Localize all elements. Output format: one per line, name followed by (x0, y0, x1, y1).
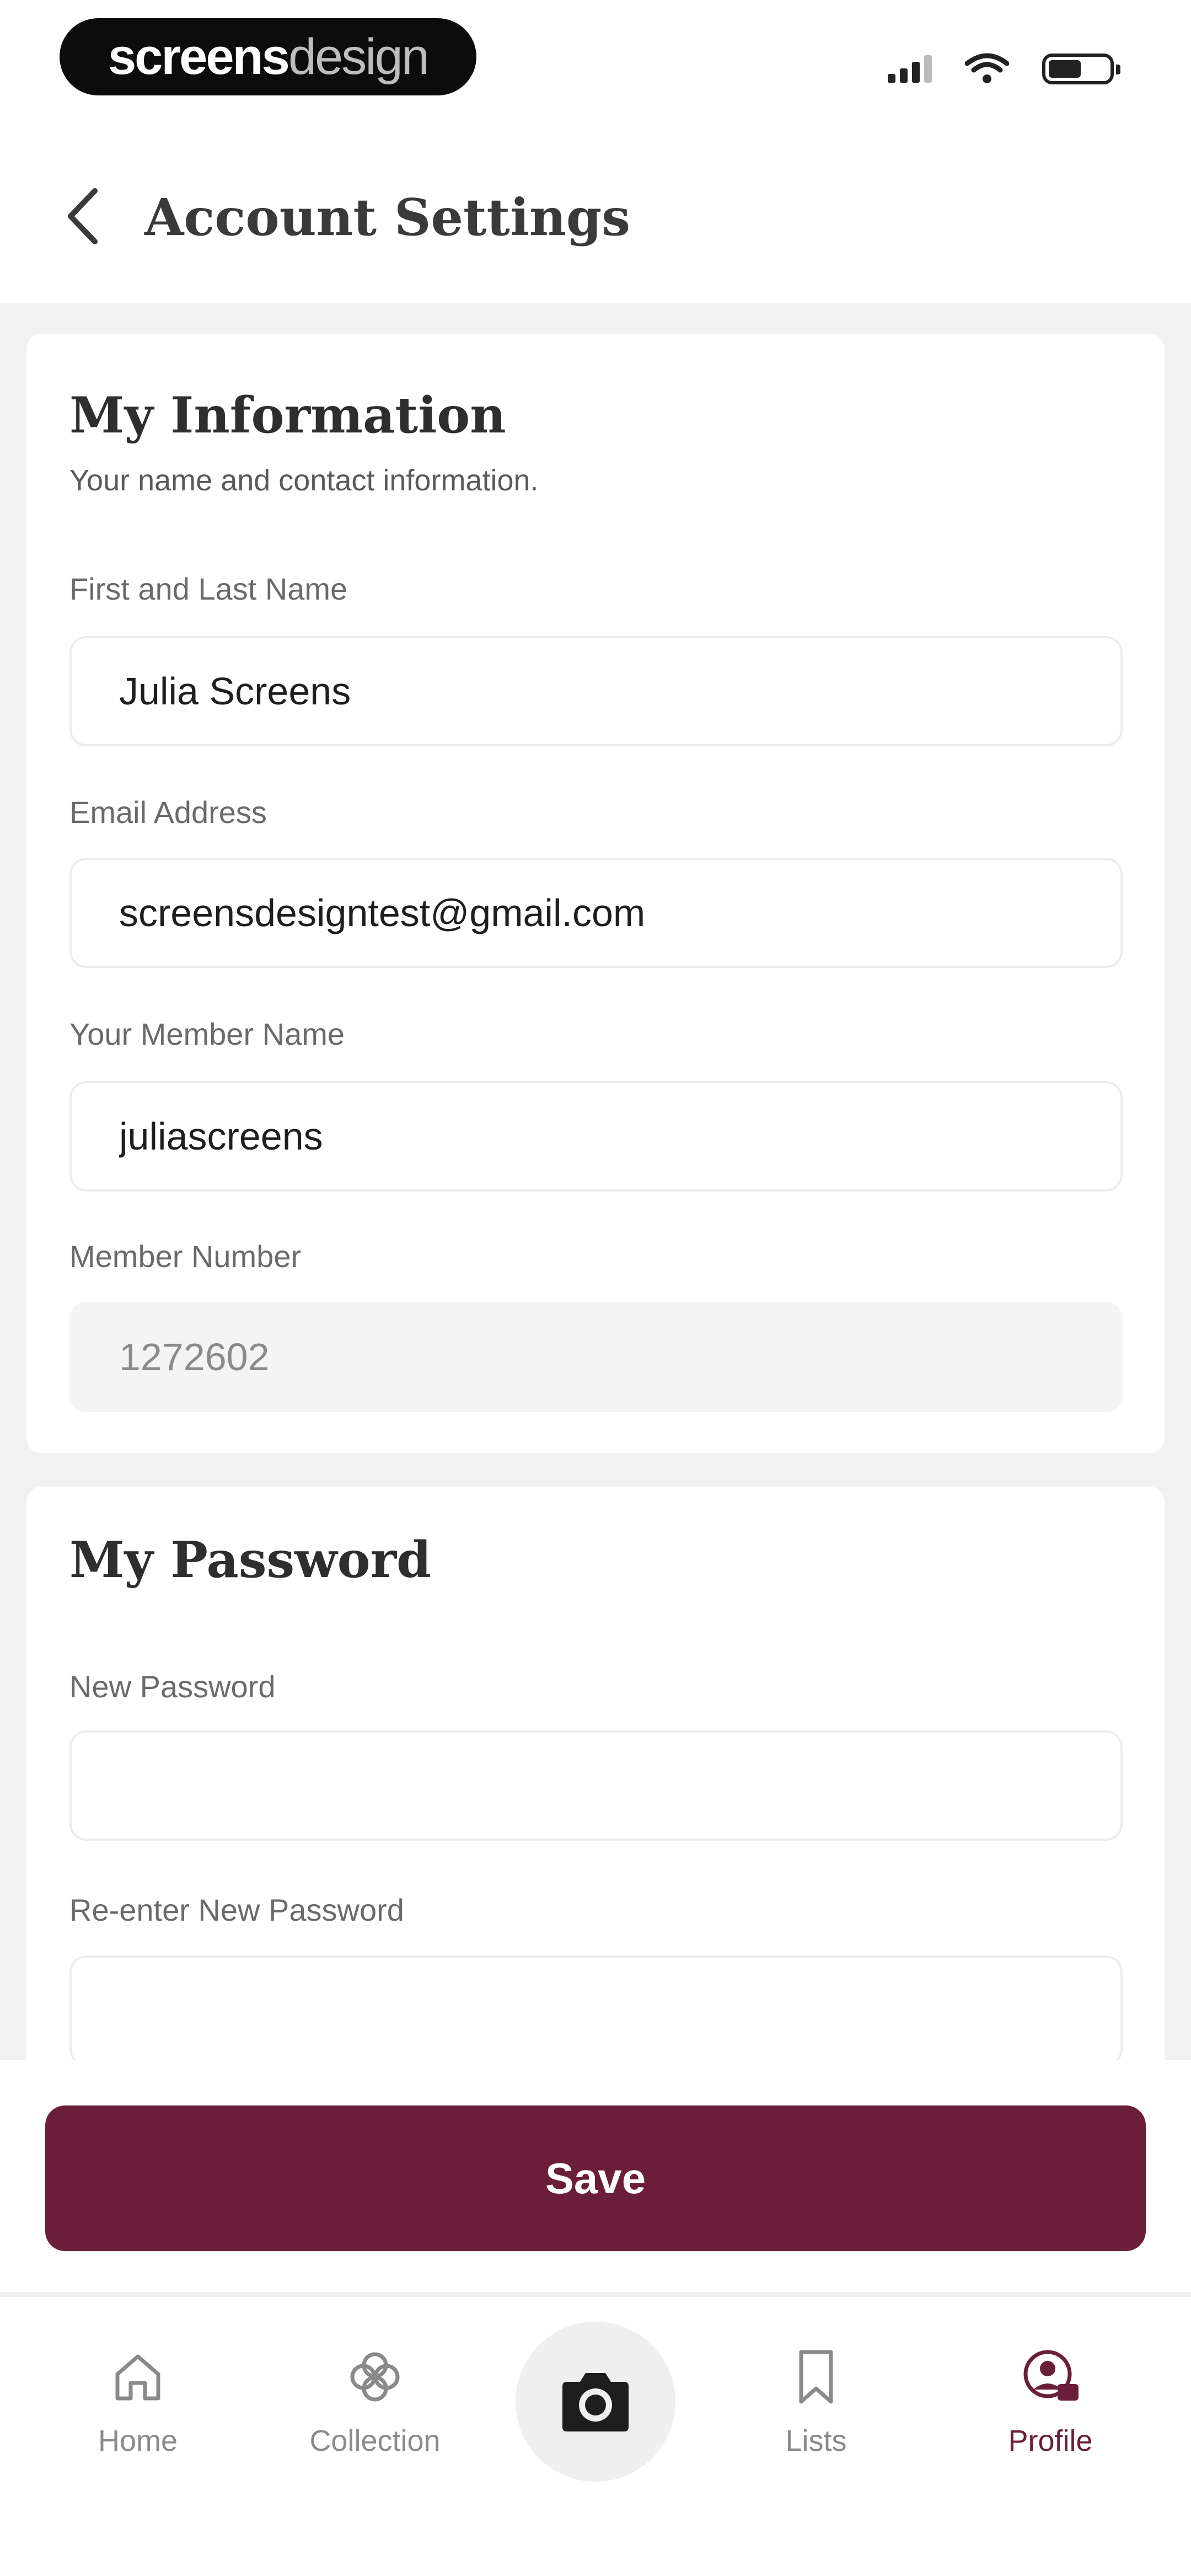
brand-logo: screens design (60, 18, 476, 95)
name-input[interactable] (69, 636, 1123, 746)
tab-profile[interactable]: Profile (968, 2347, 1133, 2490)
bookmark-icon (799, 2350, 833, 2404)
my-information-card: My Information Your name and contact inf… (26, 334, 1165, 1453)
my-password-title: My Password (69, 1531, 432, 1589)
save-button[interactable]: Save (45, 2105, 1146, 2251)
email-input[interactable] (69, 858, 1123, 968)
camera-icon (562, 2373, 629, 2431)
new-password-input[interactable] (69, 1730, 1123, 1841)
name-label: First and Last Name (69, 571, 348, 606)
tab-lists[interactable]: Lists (733, 2347, 899, 2490)
my-password-card: My Password New Password Re-enter New Pa… (26, 1487, 1165, 2149)
my-information-subtitle: Your name and contact information. (69, 464, 539, 497)
profile-icon (1023, 2350, 1079, 2401)
home-icon (115, 2354, 160, 2401)
tab-collection[interactable]: Collection (292, 2347, 458, 2490)
tab-collection-label: Collection (309, 2424, 441, 2457)
member-name-label: Your Member Name (69, 1017, 345, 1051)
reenter-password-input[interactable] (69, 1955, 1123, 2066)
tab-bar: Home Collection Lists Profile (0, 2295, 1191, 2576)
brand-logo-light: design (288, 28, 430, 85)
camera-button[interactable] (516, 2322, 675, 2482)
save-area: Save (0, 2060, 1191, 2292)
tab-home[interactable]: Home (55, 2347, 221, 2490)
tab-profile-label: Profile (1008, 2424, 1093, 2457)
nav-header: Account Settings (0, 132, 1191, 303)
back-chevron-icon[interactable] (61, 183, 105, 249)
tab-lists-label: Lists (785, 2424, 847, 2457)
reenter-password-label: Re-enter New Password (69, 1893, 404, 1927)
status-icons (888, 50, 1120, 88)
email-label: Email Address (69, 795, 267, 830)
collection-icon (350, 2352, 400, 2402)
cellular-signal-icon (888, 55, 932, 83)
battery-icon (1042, 54, 1120, 84)
wifi-icon (965, 53, 1009, 83)
my-information-title: My Information (69, 386, 506, 445)
tab-home-label: Home (98, 2424, 178, 2457)
brand-logo-bold: screens (108, 28, 290, 85)
member-number-field (69, 1302, 1123, 1412)
member-name-input[interactable] (69, 1081, 1123, 1191)
new-password-label: New Password (69, 1669, 276, 1704)
member-number-label: Member Number (69, 1239, 302, 1274)
status-bar: screens design (0, 0, 1191, 132)
page-title: Account Settings (144, 188, 631, 247)
